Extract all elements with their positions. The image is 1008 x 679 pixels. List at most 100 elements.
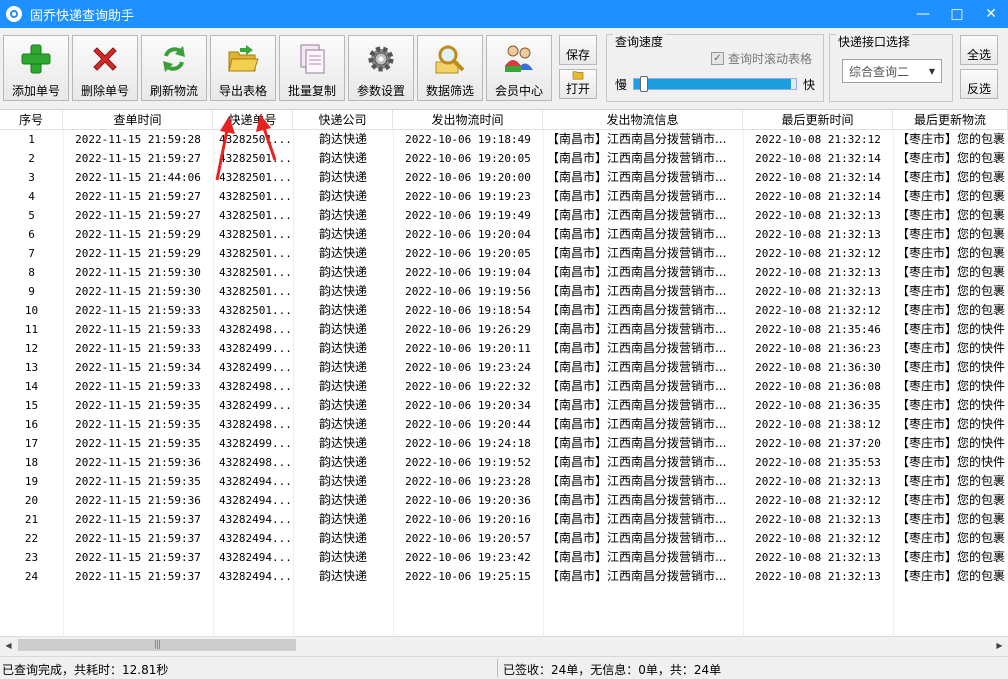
- table-row[interactable]: 13 2022-11-15 21:59:34 43282499... 韵达快递 2022…: [0, 358, 1008, 377]
- column-header-last-update-info[interactable]: 最后更新物流: [893, 110, 1008, 130]
- table-row[interactable]: 12 2022-11-15 21:59:33 43282499... 韵达快递 2022…: [0, 339, 1008, 358]
- column-header-ship-info[interactable]: 发出物流信息: [543, 110, 743, 130]
- member-center-button[interactable]: 会员中心: [486, 35, 552, 101]
- horizontal-scrollbar[interactable]: ◀ ||| ▶: [0, 636, 1008, 653]
- cell-index: 20: [24, 494, 39, 507]
- table-row[interactable]: 21 2022-11-15 21:59:37 43282494... 韵达快递 2022…: [0, 510, 1008, 529]
- cell-last-update-time: 2022-10-08 21:37:20: [755, 437, 881, 450]
- scroll-right-arrow[interactable]: ▶: [991, 637, 1008, 654]
- cell-ship-info: 【南昌市】江西南昌分拨营销市...: [547, 170, 727, 184]
- cell-ship-info: 【南昌市】江西南昌分拨营销市...: [547, 246, 727, 260]
- table-row[interactable]: 20 2022-11-15 21:59:36 43282494... 韵达快递 2022…: [0, 491, 1008, 510]
- cell-query-time: 2022-11-15 21:59:30: [75, 285, 201, 298]
- table-row[interactable]: 3 2022-11-15 21:44:06 43282501... 韵达快递 2022-…: [0, 168, 1008, 187]
- table-row[interactable]: 17 2022-11-15 21:59:35 43282499... 韵达快递 2022…: [0, 434, 1008, 453]
- interface-select[interactable]: 综合查询二 ▼: [842, 59, 942, 83]
- cell-tracking-number: 43282494...: [219, 475, 292, 488]
- export-table-label: 导出表格: [218, 84, 267, 98]
- cell-courier: 韵达快递: [318, 265, 367, 279]
- data-filter-button[interactable]: 数据筛选: [417, 35, 483, 101]
- cell-last-update-time: 2022-10-08 21:32:12: [755, 247, 881, 260]
- cell-query-time: 2022-11-15 21:59:27: [75, 209, 201, 222]
- table-row[interactable]: 10 2022-11-15 21:59:33 43282501... 韵达快递 2022…: [0, 301, 1008, 320]
- cell-ship-info: 【南昌市】江西南昌分拨营销市...: [547, 284, 727, 298]
- speed-slider[interactable]: [633, 76, 797, 92]
- table-row[interactable]: 7 2022-11-15 21:59:29 43282501... 韵达快递 2022-…: [0, 244, 1008, 263]
- select-all-button[interactable]: 全选: [960, 35, 998, 65]
- table-row[interactable]: 14 2022-11-15 21:59:33 43282498... 韵达快递 2022…: [0, 377, 1008, 396]
- table-row[interactable]: 1 2022-11-15 21:59:28 43282501... 韵达快递 2022-…: [0, 130, 1008, 149]
- cell-courier: 韵达快递: [318, 455, 367, 469]
- table-row[interactable]: 18 2022-11-15 21:59:36 43282498... 韵达快递 2022…: [0, 453, 1008, 472]
- column-header-query-time[interactable]: 查单时间: [63, 110, 213, 130]
- column-header-index[interactable]: 序号: [0, 110, 63, 130]
- table-row[interactable]: 16 2022-11-15 21:59:35 43282498... 韵达快递 2022…: [0, 415, 1008, 434]
- red-arrow-icon: [256, 114, 277, 161]
- minimize-button[interactable]: —: [906, 0, 940, 28]
- cell-last-update-time: 2022-10-08 21:32:14: [755, 190, 881, 203]
- cell-tracking-number: 43282501...: [219, 209, 292, 222]
- cell-last-update-info: 【枣庄市】您的包裹: [897, 303, 1006, 317]
- batch-copy-button[interactable]: 批量复制: [279, 35, 345, 101]
- copy-documents-icon: [300, 44, 325, 74]
- cell-ship-time: 2022-10-06 19:19:56: [405, 285, 531, 298]
- table-row[interactable]: 9 2022-11-15 21:59:30 43282501... 韵达快递 2022-…: [0, 282, 1008, 301]
- app-logo-icon: [6, 6, 22, 22]
- cell-index: 11: [24, 323, 39, 336]
- maximize-button[interactable]: □: [940, 0, 974, 28]
- red-arrow-icon: [215, 116, 235, 181]
- export-table-button[interactable]: 导出表格: [210, 35, 276, 101]
- cell-ship-time: 2022-10-06 19:20:05: [405, 152, 531, 165]
- cell-last-update-time: 2022-10-08 21:36:23: [755, 342, 881, 355]
- settings-label: 参数设置: [356, 84, 405, 98]
- data-filter-label: 数据筛选: [425, 84, 474, 98]
- scroll-left-arrow[interactable]: ◀: [0, 637, 17, 654]
- cell-ship-info: 【南昌市】江西南昌分拨营销市...: [547, 341, 727, 355]
- column-header-last-update-time[interactable]: 最后更新时间: [743, 110, 893, 130]
- invert-selection-button[interactable]: 反选: [960, 69, 998, 99]
- cell-last-update-info: 【枣庄市】您的包裹: [897, 531, 1006, 545]
- fast-label: 快: [802, 78, 815, 92]
- cell-tracking-number: 43282501...: [219, 247, 292, 260]
- cell-last-update-time: 2022-10-08 21:32:12: [755, 532, 881, 545]
- scroll-table-checkbox[interactable]: ✓ 查询时滚动表格: [711, 50, 812, 67]
- cell-courier: 韵达快递: [318, 360, 367, 374]
- table-row[interactable]: 23 2022-11-15 21:59:37 43282494... 韵达快递 2022…: [0, 548, 1008, 567]
- table-row[interactable]: 15 2022-11-15 21:59:35 43282499... 韵达快递 2022…: [0, 396, 1008, 415]
- table-row[interactable]: 8 2022-11-15 21:59:30 43282501... 韵达快递 2022-…: [0, 263, 1008, 282]
- cell-tracking-number: 43282501...: [219, 304, 292, 317]
- cell-ship-info: 【南昌市】江西南昌分拨营销市...: [547, 227, 727, 241]
- table-row[interactable]: 24 2022-11-15 21:59:37 43282494... 韵达快递 2022…: [0, 567, 1008, 586]
- speed-slider-thumb[interactable]: [640, 76, 648, 92]
- table-row[interactable]: 11 2022-11-15 21:59:33 43282498... 韵达快递 2022…: [0, 320, 1008, 339]
- open-button[interactable]: 打开: [559, 69, 597, 99]
- column-header-courier[interactable]: 快递公司: [293, 110, 393, 130]
- cell-index: 23: [24, 551, 39, 564]
- cell-courier: 韵达快递: [318, 436, 367, 450]
- cell-ship-info: 【南昌市】江西南昌分拨营销市...: [547, 569, 727, 583]
- table-row[interactable]: 5 2022-11-15 21:59:27 43282501... 韵达快递 2022-…: [0, 206, 1008, 225]
- delete-number-button[interactable]: 删除单号: [72, 35, 138, 101]
- cell-ship-info: 【南昌市】江西南昌分拨营销市...: [547, 208, 727, 222]
- cell-ship-time: 2022-10-06 19:20:16: [405, 513, 531, 526]
- status-separator: [497, 659, 498, 677]
- refresh-logistics-button[interactable]: 刷新物流: [141, 35, 207, 101]
- scrollbar-thumb[interactable]: |||: [18, 639, 296, 651]
- cell-query-time: 2022-11-15 21:59:35: [75, 418, 201, 431]
- cell-query-time: 2022-11-15 21:44:06: [75, 171, 201, 184]
- settings-button[interactable]: 参数设置: [348, 35, 414, 101]
- table-row[interactable]: 19 2022-11-15 21:59:35 43282494... 韵达快递 2022…: [0, 472, 1008, 491]
- save-button[interactable]: 保存: [559, 35, 597, 65]
- table-row[interactable]: 2 2022-11-15 21:59:27 43282501... 韵达快递 2022-…: [0, 149, 1008, 168]
- add-number-button[interactable]: 添加单号: [3, 35, 69, 101]
- title-bar: 固乔快递查询助手 — □ ✕: [0, 0, 1008, 28]
- column-header-ship-time[interactable]: 发出物流时间: [393, 110, 543, 130]
- table-row[interactable]: 6 2022-11-15 21:59:29 43282501... 韵达快递 2022-…: [0, 225, 1008, 244]
- folder-open-icon: [228, 45, 259, 72]
- table-row[interactable]: 4 2022-11-15 21:59:27 43282501... 韵达快递 2022-…: [0, 187, 1008, 206]
- cell-index: 6: [28, 228, 35, 241]
- table-row[interactable]: 22 2022-11-15 21:59:37 43282494... 韵达快递 2022…: [0, 529, 1008, 548]
- close-button[interactable]: ✕: [974, 0, 1008, 28]
- cell-ship-time: 2022-10-06 19:20:44: [405, 418, 531, 431]
- cell-courier: 韵达快递: [318, 341, 367, 355]
